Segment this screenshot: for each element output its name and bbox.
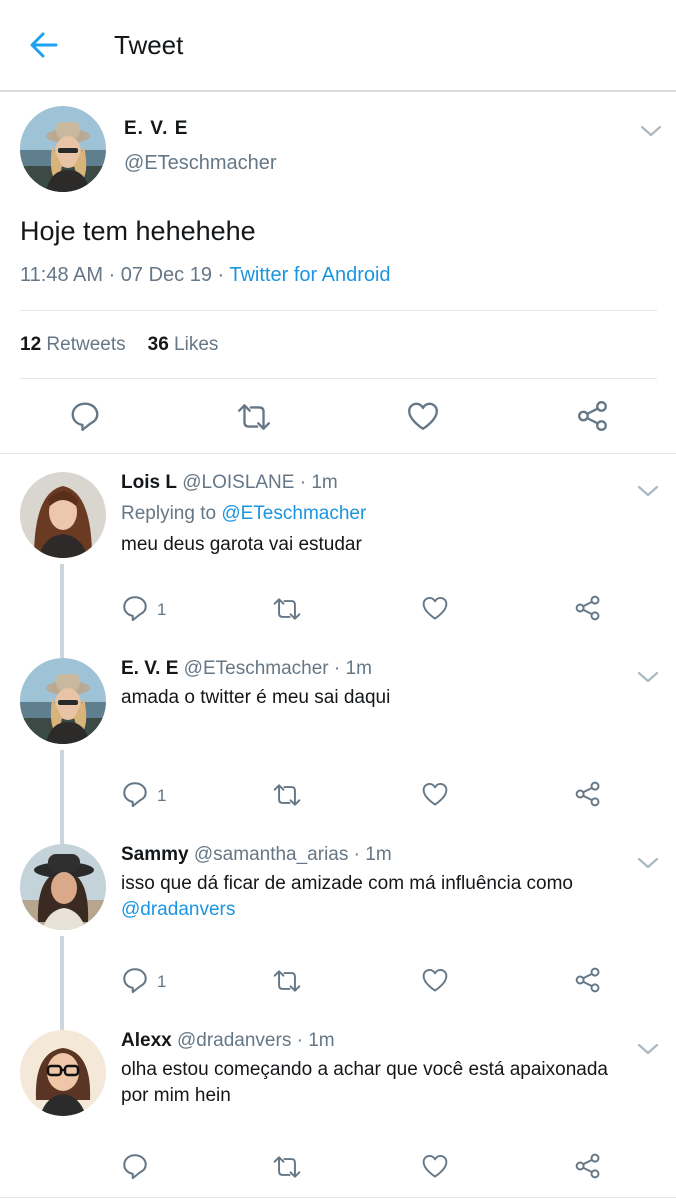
divider: [0, 1197, 676, 1198]
thread-line: [60, 640, 64, 658]
retweets-stat[interactable]: 12 Retweets: [20, 334, 126, 355]
reply-text-continued: por mim hein: [121, 1085, 231, 1106]
reply-text: isso que dá ficar de amizade com má infl…: [121, 873, 574, 894]
reply-icon[interactable]: [121, 1152, 149, 1185]
reply-actions: 1: [0, 590, 676, 630]
reply-icon[interactable]: [69, 400, 101, 437]
main-tweet: E. V. E @ETeschmacher Hoje tem hehehehe …: [0, 92, 676, 454]
avatar[interactable]: [20, 658, 106, 744]
chevron-down-icon[interactable]: [640, 124, 662, 138]
reply-count: 1: [157, 786, 167, 805]
retweets-count: 12: [20, 334, 42, 355]
share-icon[interactable]: [576, 400, 610, 437]
thread-line: [60, 826, 64, 844]
heart-icon[interactable]: [406, 400, 440, 437]
chevron-down-icon[interactable]: [637, 1042, 659, 1056]
reply-header: Sammy @samantha_arias · 1m: [121, 844, 392, 866]
author-name[interactable]: Lois L: [121, 472, 177, 493]
reply-tweet: Sammy @samantha_arias · 1m isso que dá f…: [0, 826, 676, 1012]
likes-label: Likes: [174, 334, 219, 355]
share-icon[interactable]: [574, 594, 602, 627]
heart-icon[interactable]: [421, 966, 449, 999]
chevron-down-icon[interactable]: [637, 856, 659, 870]
reply-tweet: E. V. E @ETeschmacher · 1m amada o twitt…: [0, 640, 676, 826]
heart-icon[interactable]: [421, 594, 449, 627]
replying-to: Replying to @ETeschmacher: [121, 503, 366, 525]
reply-header: E. V. E @ETeschmacher · 1m: [121, 658, 372, 680]
chevron-down-icon[interactable]: [637, 670, 659, 684]
share-icon[interactable]: [574, 966, 602, 999]
avatar[interactable]: [20, 844, 106, 930]
reply-count: 1: [157, 600, 167, 619]
reply-icon[interactable]: [121, 966, 149, 999]
author-handle-time[interactable]: @dradanvers · 1m: [172, 1030, 335, 1051]
mention-link[interactable]: @ETeschmacher: [221, 503, 366, 524]
author-name[interactable]: Alexx: [121, 1030, 172, 1051]
tweet-actions: [0, 392, 676, 442]
likes-stat[interactable]: 36 Likes: [148, 334, 219, 355]
avatar[interactable]: [20, 106, 106, 192]
tweet-text: Hoje tem hehehehe: [20, 216, 256, 246]
reply-icon[interactable]: [121, 780, 149, 813]
reply-tweet: Lois L @LOISLANE · 1m Replying to @ETesc…: [0, 454, 676, 640]
reply-text: meu deus garota vai estudar: [121, 534, 362, 555]
retweet-icon[interactable]: [236, 402, 272, 437]
reply-count: 1: [157, 972, 167, 991]
reply-tweet: Alexx @dradanvers · 1m olha estou começa…: [0, 1012, 676, 1198]
reply-header: Lois L @LOISLANE · 1m: [121, 472, 338, 494]
divider: [20, 378, 657, 379]
heart-icon[interactable]: [421, 1152, 449, 1185]
arrow-left-icon[interactable]: [26, 28, 64, 62]
tweet-stats: 12 Retweets 36 Likes: [20, 334, 218, 356]
reply-text: amada o twitter é meu sai daqui: [121, 687, 391, 708]
share-icon[interactable]: [574, 1152, 602, 1185]
avatar[interactable]: [20, 472, 106, 558]
reply-header: Alexx @dradanvers · 1m: [121, 1030, 335, 1052]
divider: [20, 310, 657, 311]
top-bar: Tweet: [0, 0, 676, 92]
author-name[interactable]: Sammy: [121, 844, 189, 865]
reply-actions: 1: [0, 776, 676, 816]
retweet-icon[interactable]: [272, 1154, 302, 1185]
likes-count: 36: [147, 334, 169, 355]
mention-link[interactable]: @dradanvers: [121, 899, 235, 921]
retweets-label: Retweets: [46, 334, 126, 355]
heart-icon[interactable]: [421, 780, 449, 813]
retweet-icon[interactable]: [272, 596, 302, 627]
share-icon[interactable]: [574, 780, 602, 813]
retweet-icon[interactable]: [272, 968, 302, 999]
reply-actions: [0, 1148, 676, 1188]
retweet-icon[interactable]: [272, 782, 302, 813]
tweet-meta: 11:48 AM · 07 Dec 19 · Twitter for Andro…: [20, 264, 391, 287]
mention-link-text[interactable]: @dradanvers: [121, 899, 235, 920]
author-handle-time[interactable]: @LOISLANE · 1m: [177, 472, 338, 493]
author-name[interactable]: E. V. E: [124, 118, 188, 140]
chevron-down-icon[interactable]: [637, 484, 659, 498]
author-name[interactable]: E. V. E: [121, 658, 178, 679]
page-title: Tweet: [114, 30, 184, 60]
reply-actions: 1: [0, 962, 676, 1002]
tweet-timestamp: 11:48 AM · 07 Dec 19 ·: [20, 264, 230, 286]
tweet-source-link[interactable]: Twitter for Android: [229, 264, 390, 286]
reply-icon[interactable]: [121, 594, 149, 627]
thread-line: [60, 1012, 64, 1030]
avatar[interactable]: [20, 1030, 106, 1116]
author-handle[interactable]: @ETeschmacher: [124, 152, 277, 175]
author-handle-time[interactable]: @ETeschmacher · 1m: [178, 658, 372, 679]
reply-text: olha estou começando a achar que você es…: [121, 1059, 608, 1080]
replying-to-label: Replying to: [121, 503, 222, 524]
author-handle-time[interactable]: @samantha_arias · 1m: [189, 844, 392, 865]
